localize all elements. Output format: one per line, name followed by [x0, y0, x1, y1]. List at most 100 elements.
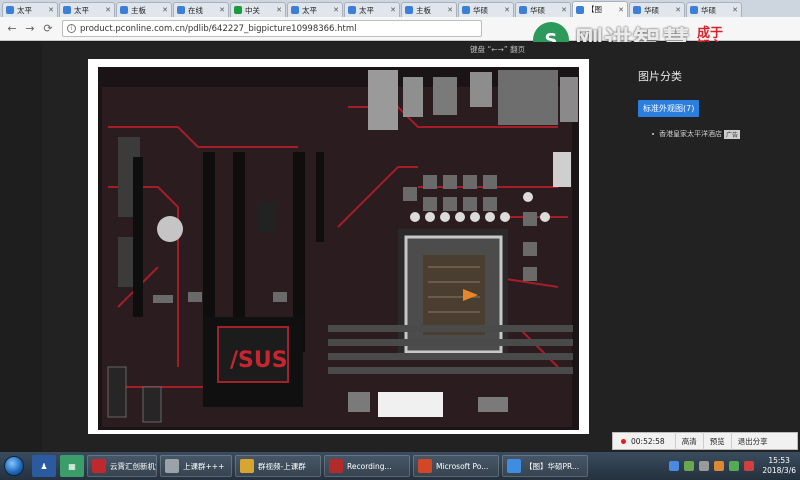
hd-button[interactable]: 高清: [674, 432, 703, 450]
keyboard-hint: 键盘 “←→” 翻页: [470, 45, 526, 54]
screen: 太平 ✕ 太平 ✕ 主板 ✕ 在线 ✕ 中关 ✕ 太平 ✕ 太平 ✕ 主板 ✕ 华硕 ✕ 华硕 ✕ 【图 ✕ 华硕 ✕ 华硕 ✕ …: [0, 0, 800, 480]
browser-tab[interactable]: 主板 ✕: [401, 2, 457, 17]
start-button[interactable]: [0, 452, 28, 480]
close-icon[interactable]: ✕: [333, 6, 339, 14]
page-content: 键盘 “←→” 翻页 /SUS 图片分类 标准外观图(7) 香港皇家太平洋酒店 …: [0, 42, 800, 452]
tab-label: 华硕: [644, 5, 659, 15]
tab-label: 太平: [359, 5, 374, 15]
tab-label: 太平: [74, 5, 89, 15]
close-icon[interactable]: ✕: [390, 6, 396, 14]
taskbar-item-label: 群视频-上课群: [258, 461, 306, 471]
browser-tab[interactable]: 【图 ✕: [572, 1, 628, 17]
recording-time: 00:52:58: [631, 436, 665, 446]
close-icon[interactable]: ✕: [561, 6, 567, 14]
browser-tab[interactable]: 华硕 ✕: [629, 2, 685, 17]
taskbar-item-label: 【图】华硕PR...: [525, 461, 580, 471]
browser-tab[interactable]: 太平 ✕: [59, 2, 115, 17]
favicon-icon: [177, 6, 185, 14]
favicon-icon: [348, 6, 356, 14]
favicon-icon: [519, 6, 527, 14]
close-icon[interactable]: ✕: [105, 6, 111, 14]
taskbar-item-label: Microsoft Po...: [436, 461, 489, 471]
taskbar-item-label: Recording...: [347, 461, 392, 471]
windows-orb-icon: [4, 456, 24, 476]
close-icon[interactable]: ✕: [48, 6, 54, 14]
grid-app-icon[interactable]: ▦: [60, 455, 84, 477]
browser-tab[interactable]: 华硕 ✕: [515, 2, 571, 17]
ad-tag: 广告: [724, 129, 741, 139]
app-icon: [507, 459, 521, 473]
exit-share-button[interactable]: 退出分享: [730, 432, 774, 450]
browser-tab[interactable]: 华硕 ✕: [686, 2, 742, 17]
preview-button[interactable]: 预览: [702, 432, 731, 450]
browser-tab[interactable]: 主板 ✕: [116, 2, 172, 17]
wechat-icon[interactable]: [729, 461, 740, 471]
browser-tab[interactable]: 太平 ✕: [287, 2, 343, 17]
favicon-icon: [234, 6, 242, 14]
ime-icon[interactable]: [714, 461, 725, 471]
close-icon[interactable]: ✕: [162, 6, 168, 14]
favicon-icon: [120, 6, 128, 14]
tab-label: 太平: [17, 5, 32, 15]
shield-icon[interactable]: [669, 461, 680, 471]
side-list-item-label: 香港皇家太平洋酒店: [659, 130, 722, 138]
url-text: product.pconline.com.cn/pdlib/642227_big…: [80, 23, 357, 34]
clock-date: 2018/3/6: [762, 466, 796, 475]
taskbar-item[interactable]: Microsoft Po...: [413, 455, 499, 477]
app-icon: [165, 459, 179, 473]
volume-icon[interactable]: [699, 461, 710, 471]
tab-label: 【图: [587, 5, 602, 14]
side-list-item[interactable]: 香港皇家太平洋酒店 广告: [638, 129, 788, 139]
favicon-icon: [462, 6, 470, 14]
flag-icon[interactable]: [744, 461, 755, 471]
close-icon[interactable]: ✕: [675, 6, 681, 14]
taskbar: ♟ ▦ 云霄汇创新机策 上课群+++ 群视频-上课群 Recording... Micr…: [0, 452, 800, 480]
taskbar-item[interactable]: 上课群+++: [160, 455, 232, 477]
network-icon[interactable]: [684, 461, 695, 471]
browser-tab[interactable]: 华硕 ✕: [458, 2, 514, 17]
product-photo-frame: /SUS: [88, 59, 589, 434]
clock[interactable]: 15:53 2018/3/6: [762, 456, 796, 476]
browser-tab[interactable]: 在线 ✕: [173, 2, 229, 17]
recording-toolbar: 00:52:58 高清 预览 退出分享: [612, 432, 798, 450]
taskbar-item[interactable]: 【图】华硕PR...: [502, 455, 588, 477]
favicon-icon: [576, 5, 584, 14]
side-panel-title: 图片分类: [638, 70, 682, 83]
app-icon: [418, 459, 432, 473]
browser-tab[interactable]: 中关 ✕: [230, 2, 286, 17]
taskbar-item[interactable]: 云霄汇创新机策: [87, 455, 157, 477]
favicon-icon: [291, 6, 299, 14]
taskbar-item[interactable]: 群视频-上课群: [235, 455, 321, 477]
app-icon: [329, 459, 343, 473]
forward-button[interactable]: →: [22, 21, 38, 37]
back-button[interactable]: ←: [4, 21, 20, 37]
tab-label: 太平: [302, 5, 317, 15]
app-icon: [92, 459, 106, 473]
tab-label: 主板: [416, 5, 431, 15]
tab-label: 华硕: [473, 5, 488, 15]
bullet-icon: [652, 133, 654, 135]
left-rail: [0, 42, 42, 452]
url-input[interactable]: i product.pconline.com.cn/pdlib/642227_b…: [62, 20, 482, 37]
close-icon[interactable]: ✕: [504, 6, 510, 14]
motherboard-photo[interactable]: /SUS: [98, 67, 579, 430]
close-icon[interactable]: ✕: [219, 6, 225, 14]
close-icon[interactable]: ✕: [447, 6, 453, 14]
favicon-icon: [633, 6, 641, 14]
category-button[interactable]: 标准外观图(7): [638, 100, 700, 117]
taskbar-items: 云霄汇创新机策 上课群+++ 群视频-上课群 Recording... Microsof…: [84, 455, 588, 477]
side-panel: 图片分类 标准外观图(7) 香港皇家太平洋酒店 广告: [638, 68, 788, 139]
browser-tab-strip: 太平 ✕ 太平 ✕ 主板 ✕ 在线 ✕ 中关 ✕ 太平 ✕ 太平 ✕ 主板 ✕ 华硕 ✕ 华硕 ✕ 【图 ✕ 华硕 ✕ 华硕 ✕: [0, 0, 800, 17]
reload-icon[interactable]: ⟳: [40, 21, 56, 37]
close-icon[interactable]: ✕: [618, 6, 624, 14]
favicon-icon: [405, 6, 413, 14]
taskbar-item[interactable]: Recording...: [324, 455, 410, 477]
close-icon[interactable]: ✕: [276, 6, 282, 14]
close-icon[interactable]: ✕: [732, 6, 738, 14]
info-icon: i: [67, 24, 76, 33]
app-pin-icon[interactable]: ♟: [32, 455, 56, 477]
browser-tab[interactable]: 太平 ✕: [2, 2, 58, 17]
tab-label: 中关: [245, 5, 260, 15]
tab-label: 华硕: [530, 5, 545, 15]
browser-tab[interactable]: 太平 ✕: [344, 2, 400, 17]
